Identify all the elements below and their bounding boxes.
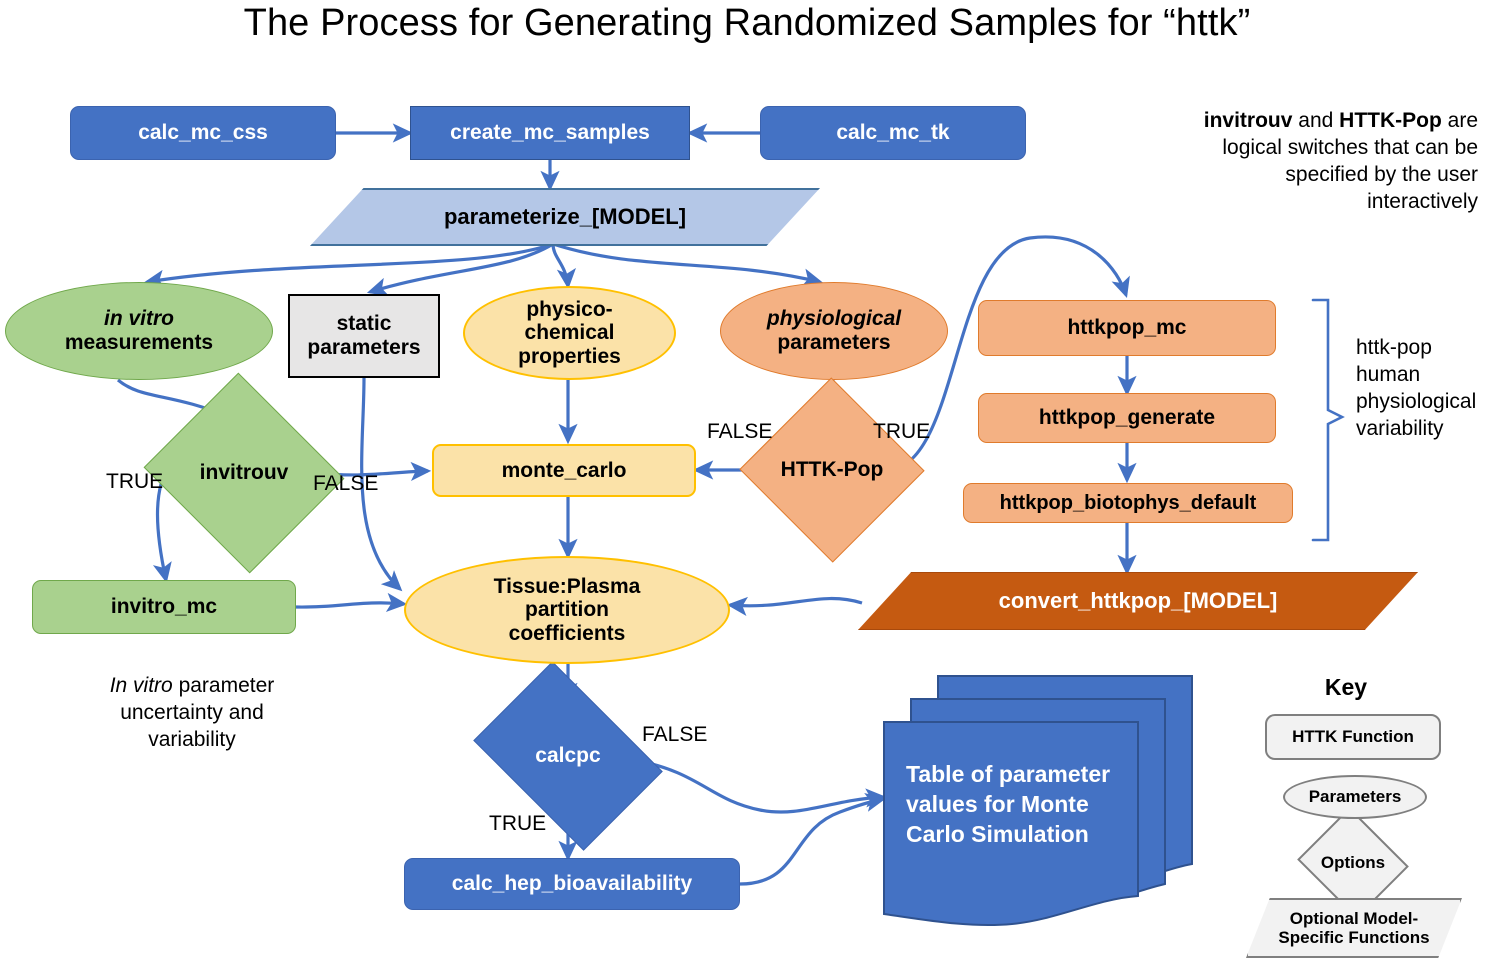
node-label-line2: parameters	[777, 331, 891, 354]
annotation-line4: interactively	[1367, 189, 1478, 213]
key-item-parameters: Parameters	[1283, 775, 1427, 819]
annotation-line1: httk-pop	[1356, 336, 1432, 359]
key-item-httk-function: HTTK Function	[1265, 714, 1441, 760]
node-static-parameters[interactable]: static parameters	[288, 294, 440, 378]
annotation-line3: specified by the user	[1285, 162, 1478, 186]
node-label-line3: properties	[518, 344, 621, 368]
parameter-table-label: Table of parameter values for Monte Carl…	[906, 760, 1138, 850]
node-label-line2: partition	[525, 598, 609, 622]
key-label-line2: Specific Functions	[1278, 928, 1430, 947]
node-invitro-mc[interactable]: invitro_mc	[32, 580, 296, 634]
node-label-line1: Tissue:Plasma	[493, 574, 641, 598]
node-label-line2: measurements	[64, 331, 214, 354]
node-label: parameterize_[MODEL]	[443, 203, 687, 229]
node-httkpop-generate[interactable]: httkpop_generate	[978, 393, 1276, 443]
key-label-line1: Optional Model-	[1289, 908, 1419, 928]
annotation-logical-switches: invitrouv and HTTK-Pop are logical switc…	[1148, 108, 1478, 216]
key-title: Key	[1324, 674, 1368, 700]
edge-label-invitrouv-true: TRUE	[106, 470, 164, 493]
edge-label-invitrouv-false: FALSE	[313, 472, 379, 495]
key-item-options-label: Options	[1320, 852, 1386, 872]
node-physico-chemical-properties[interactable]: physico- chemical properties	[463, 286, 676, 380]
node-label-line2: chemical	[524, 321, 615, 345]
edge-label-httkpop-false: FALSE	[707, 420, 773, 443]
key-item-optional-model-specific-functions: Optional Model- Specific Functions	[1246, 898, 1462, 958]
node-invitrouv-decision[interactable]: invitrouv	[143, 372, 345, 574]
table-label-line2: values for Monte	[906, 790, 1089, 817]
node-label-line1: in vitro	[103, 307, 174, 331]
node-physiological-parameters[interactable]: physiological parameters	[720, 282, 948, 380]
annotation-tail: are	[1441, 109, 1478, 132]
node-convert-httkpop-model[interactable]: convert_httkpop_[MODEL]	[858, 572, 1418, 630]
node-label-line1: static	[336, 312, 392, 336]
annotation-italic-in-vitro: In vitro	[109, 674, 173, 697]
node-httkpop-mc[interactable]: httkpop_mc	[978, 300, 1276, 356]
annotation-bold-invitrouv: invitrouv	[1203, 109, 1293, 132]
node-label-line1: physiological	[766, 307, 902, 331]
node-label-line3: coefficients	[508, 621, 626, 645]
edge-label-calcpc-true: TRUE	[489, 812, 547, 835]
annotation-line4: variability	[1356, 416, 1444, 440]
annotation-tail: parameter	[172, 674, 275, 697]
annotation-line2: uncertainty and	[120, 700, 264, 724]
node-calc-mc-css[interactable]: calc_mc_css	[70, 106, 336, 160]
key-item-label: Optional Model- Specific Functions	[1278, 909, 1429, 947]
annotation-line3: physiological	[1356, 389, 1477, 413]
node-label-line1: physico-	[526, 297, 613, 321]
node-label: invitrouv	[199, 461, 289, 485]
node-label: convert_httkpop_[MODEL]	[998, 587, 1278, 613]
annotation-line2: human	[1356, 362, 1421, 386]
node-monte-carlo[interactable]: monte_carlo	[432, 444, 696, 497]
node-calc-mc-tk[interactable]: calc_mc_tk	[760, 106, 1026, 160]
node-calcpc-decision[interactable]: calcpc	[473, 661, 663, 851]
annotation-line3: variability	[148, 727, 236, 751]
annotation-in-vitro-uncertainty: In vitro parameter uncertainty and varia…	[48, 673, 336, 754]
annotation-httkpop-variability: httk-pop human physiological variability	[1356, 335, 1494, 443]
httkpop-bracket	[1311, 298, 1345, 542]
key-item-options: Options	[1297, 807, 1409, 919]
annotation-mid: and	[1292, 109, 1340, 132]
node-create-mc-samples[interactable]: create_mc_samples	[410, 106, 690, 160]
table-label-line3: Carlo Simulation	[906, 820, 1089, 847]
annotation-line2: logical switches that can be	[1222, 135, 1478, 159]
annotation-bold-httkpop: HTTK-Pop	[1339, 109, 1442, 132]
node-label: calcpc	[535, 744, 601, 768]
page-title: The Process for Generating Randomized Sa…	[243, 2, 1251, 44]
node-calc-hep-bioavailability[interactable]: calc_hep_bioavailability	[404, 858, 740, 910]
node-httkpop-biotophys-default[interactable]: httkpop_biotophys_default	[963, 483, 1293, 523]
node-in-vitro-measurements[interactable]: in vitro measurements	[5, 282, 273, 380]
table-label-line1: Table of parameter	[906, 761, 1111, 787]
node-tissue-plasma-partition-coefficients[interactable]: Tissue:Plasma partition coefficients	[404, 556, 730, 664]
edge-label-httkpop-true: TRUE	[873, 420, 931, 443]
edge-label-calcpc-false: FALSE	[642, 723, 708, 746]
node-parameterize-model[interactable]: parameterize_[MODEL]	[310, 188, 820, 246]
node-label-line2: parameters	[307, 336, 421, 359]
